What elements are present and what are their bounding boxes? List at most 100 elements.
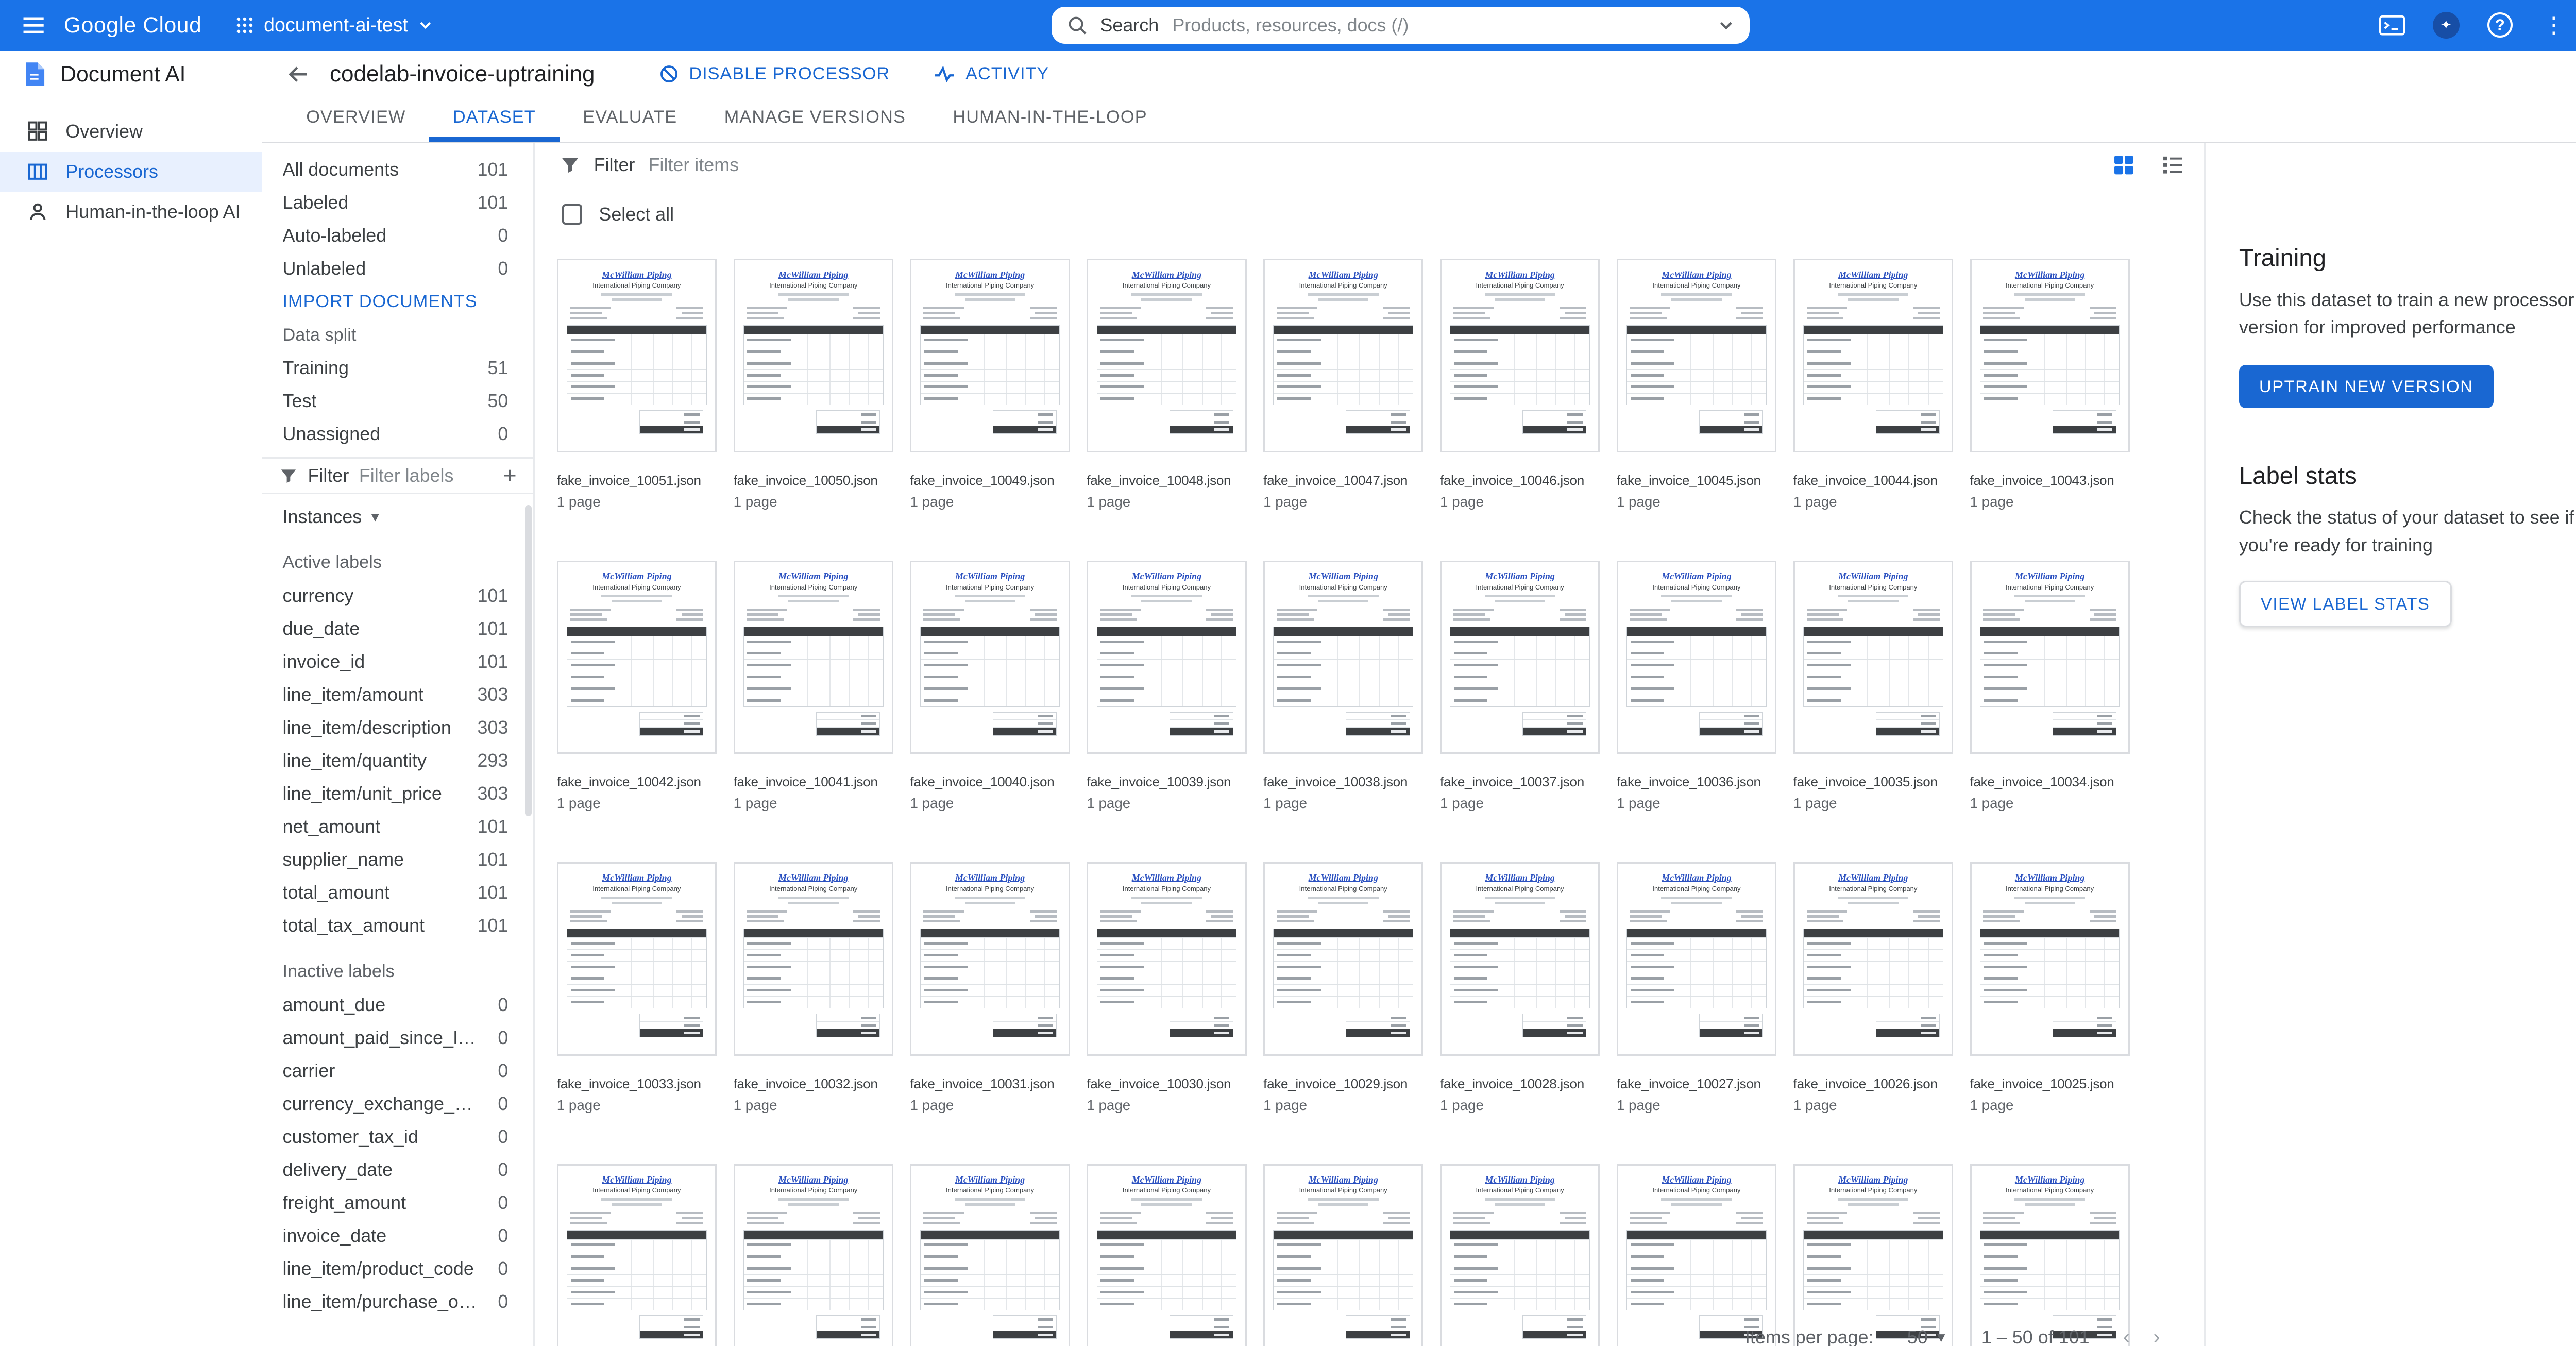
document-card[interactable]: McWilliam PipingInternational Piping Com…	[734, 259, 893, 510]
active-label-row[interactable]: line_item/unit_price303	[262, 777, 533, 810]
active-label-row[interactable]: due_date101	[262, 612, 533, 645]
document-card[interactable]: McWilliam PipingInternational Piping Com…	[557, 1164, 717, 1346]
view-label-stats-button[interactable]: VIEW LABEL STATS	[2239, 581, 2452, 627]
document-card[interactable]: McWilliam PipingInternational Piping Com…	[1087, 259, 1246, 510]
document-card[interactable]: McWilliam PipingInternational Piping Com…	[1263, 259, 1423, 510]
document-card[interactable]: McWilliam PipingInternational Piping Com…	[1617, 259, 1776, 510]
document-card[interactable]: McWilliam PipingInternational Piping Com…	[1440, 561, 1600, 812]
inactive-label-row[interactable]: amount_due0	[262, 988, 533, 1021]
inactive-label-row[interactable]: amount_paid_since_last_i...0	[262, 1021, 533, 1054]
document-card[interactable]: McWilliam PipingInternational Piping Com…	[1617, 1164, 1776, 1346]
tab-evaluate[interactable]: EVALUATE	[560, 98, 701, 142]
document-card[interactable]: McWilliam PipingInternational Piping Com…	[1263, 1164, 1423, 1346]
instances-dropdown[interactable]: Instances ▼	[262, 494, 533, 533]
select-all-control[interactable]: Select all	[562, 204, 2204, 225]
document-card[interactable]: McWilliam PipingInternational Piping Com…	[1970, 1164, 2130, 1346]
active-label-row[interactable]: line_item/quantity293	[262, 744, 533, 777]
grid-view-icon[interactable]	[2113, 154, 2134, 176]
document-card[interactable]: McWilliam PipingInternational Piping Com…	[734, 862, 893, 1113]
document-card[interactable]: McWilliam PipingInternational Piping Com…	[1263, 561, 1423, 812]
cloud-shell-icon[interactable]	[2372, 5, 2412, 45]
inactive-label-row[interactable]: invoice_date0	[262, 1219, 533, 1252]
invoice-company: McWilliam Piping	[1273, 872, 1413, 884]
document-card[interactable]: McWilliam PipingInternational Piping Com…	[1087, 561, 1246, 812]
document-card[interactable]: McWilliam PipingInternational Piping Com…	[1793, 1164, 1953, 1346]
inactive-label-row[interactable]: currency_exchange_rate0	[262, 1087, 533, 1120]
document-card[interactable]: McWilliam PipingInternational Piping Com…	[910, 862, 1070, 1113]
active-label-row[interactable]: line_item/amount303	[262, 678, 533, 711]
import-documents-button[interactable]: IMPORT DOCUMENTS	[262, 285, 497, 318]
document-card[interactable]: McWilliam PipingInternational Piping Com…	[1087, 1164, 1246, 1346]
tab-manage-versions[interactable]: MANAGE VERSIONS	[701, 98, 929, 142]
active-label-row[interactable]: net_amount101	[262, 810, 533, 843]
document-card[interactable]: McWilliam PipingInternational Piping Com…	[910, 1164, 1070, 1346]
document-card[interactable]: McWilliam PipingInternational Piping Com…	[734, 561, 893, 812]
hamburger-menu-icon[interactable]	[13, 5, 54, 45]
document-card[interactable]: McWilliam PipingInternational Piping Com…	[910, 259, 1070, 510]
add-label-icon[interactable]: +	[503, 464, 517, 487]
inactive-label-row[interactable]: line_item/purchase_order0	[262, 1285, 533, 1318]
document-count-row[interactable]: Labeled101	[262, 186, 533, 219]
tab-dataset[interactable]: DATASET	[429, 98, 559, 142]
inactive-label-row[interactable]: customer_tax_id0	[262, 1120, 533, 1153]
project-selector[interactable]: document-ai-test	[225, 9, 443, 42]
inactive-label-row[interactable]: freight_amount0	[262, 1186, 533, 1219]
more-options-icon[interactable]: ⋮	[2534, 5, 2574, 45]
invoice-line-items-table	[743, 1230, 884, 1310]
inactive-label-row[interactable]: line_item/product_code0	[262, 1252, 533, 1285]
document-count-row[interactable]: All documents101	[262, 153, 533, 186]
search-chevron-down-icon[interactable]	[1718, 17, 1735, 34]
active-label-row[interactable]: line_item/description303	[262, 711, 533, 744]
document-card[interactable]: McWilliam PipingInternational Piping Com…	[1970, 561, 2130, 812]
label-filter-row[interactable]: Filter Filter labels +	[262, 457, 533, 494]
data-split-row[interactable]: Unassigned0	[262, 417, 533, 450]
document-count-row[interactable]: Auto-labeled0	[262, 219, 533, 252]
document-card[interactable]: McWilliam PipingInternational Piping Com…	[557, 259, 717, 510]
sidebar-item-processors[interactable]: Processors	[0, 152, 262, 192]
select-all-checkbox[interactable]	[562, 204, 582, 224]
active-label-row[interactable]: total_amount101	[262, 876, 533, 909]
document-count-row[interactable]: Unlabeled0	[262, 252, 533, 285]
items-filter-placeholder[interactable]: Filter items	[649, 154, 739, 176]
list-view-icon[interactable]	[2162, 154, 2183, 176]
document-card[interactable]: McWilliam PipingInternational Piping Com…	[1440, 1164, 1600, 1346]
uptrain-new-version-button[interactable]: UPTRAIN NEW VERSION	[2239, 365, 2494, 408]
prev-page-icon[interactable]: ‹	[2123, 1326, 2130, 1346]
account-status-icon[interactable]: ✦	[2426, 5, 2466, 45]
document-card[interactable]: McWilliam PipingInternational Piping Com…	[1617, 561, 1776, 812]
tab-human-in-the-loop[interactable]: HUMAN-IN-THE-LOOP	[929, 98, 1171, 142]
help-icon[interactable]: ?	[2480, 5, 2520, 45]
document-card[interactable]: McWilliam PipingInternational Piping Com…	[734, 1164, 893, 1346]
next-page-icon[interactable]: ›	[2154, 1326, 2160, 1346]
disable-processor-button[interactable]: DISABLE PROCESSOR	[659, 64, 890, 84]
sidebar-item-overview[interactable]: Overview	[0, 111, 262, 151]
document-card[interactable]: McWilliam PipingInternational Piping Com…	[1440, 259, 1600, 510]
document-card[interactable]: McWilliam PipingInternational Piping Com…	[1263, 862, 1423, 1113]
document-card[interactable]: McWilliam PipingInternational Piping Com…	[1440, 862, 1600, 1113]
document-card[interactable]: McWilliam PipingInternational Piping Com…	[557, 561, 717, 812]
document-card[interactable]: McWilliam PipingInternational Piping Com…	[557, 862, 717, 1113]
active-label-row[interactable]: invoice_id101	[262, 645, 533, 678]
document-card[interactable]: McWilliam PipingInternational Piping Com…	[1970, 259, 2130, 510]
activity-button[interactable]: ACTIVITY	[934, 63, 1049, 85]
document-card[interactable]: McWilliam PipingInternational Piping Com…	[910, 561, 1070, 812]
sidebar-item-human-in-the-loop-ai[interactable]: Human-in-the-loop AI	[0, 192, 262, 232]
document-card[interactable]: McWilliam PipingInternational Piping Com…	[1793, 561, 1953, 812]
active-label-row[interactable]: currency101	[262, 579, 533, 612]
document-card[interactable]: McWilliam PipingInternational Piping Com…	[1617, 862, 1776, 1113]
inactive-label-row[interactable]: carrier0	[262, 1054, 533, 1087]
document-card[interactable]: McWilliam PipingInternational Piping Com…	[1087, 862, 1246, 1113]
tab-overview[interactable]: OVERVIEW	[283, 98, 430, 142]
panel-scrollbar[interactable]	[525, 505, 532, 816]
page-size-selector[interactable]: 50 ▼	[1907, 1326, 1948, 1346]
document-card[interactable]: McWilliam PipingInternational Piping Com…	[1793, 259, 1953, 510]
active-label-row[interactable]: supplier_name101	[262, 843, 533, 876]
document-card[interactable]: McWilliam PipingInternational Piping Com…	[1793, 862, 1953, 1113]
data-split-row[interactable]: Training51	[262, 351, 533, 384]
inactive-label-row[interactable]: delivery_date0	[262, 1153, 533, 1186]
active-label-row[interactable]: total_tax_amount101	[262, 909, 533, 942]
data-split-row[interactable]: Test50	[262, 384, 533, 417]
document-card[interactable]: McWilliam PipingInternational Piping Com…	[1970, 862, 2130, 1113]
search-input[interactable]: Search Products, resources, docs (/)	[1052, 7, 1750, 44]
back-arrow-icon[interactable]	[279, 56, 316, 93]
